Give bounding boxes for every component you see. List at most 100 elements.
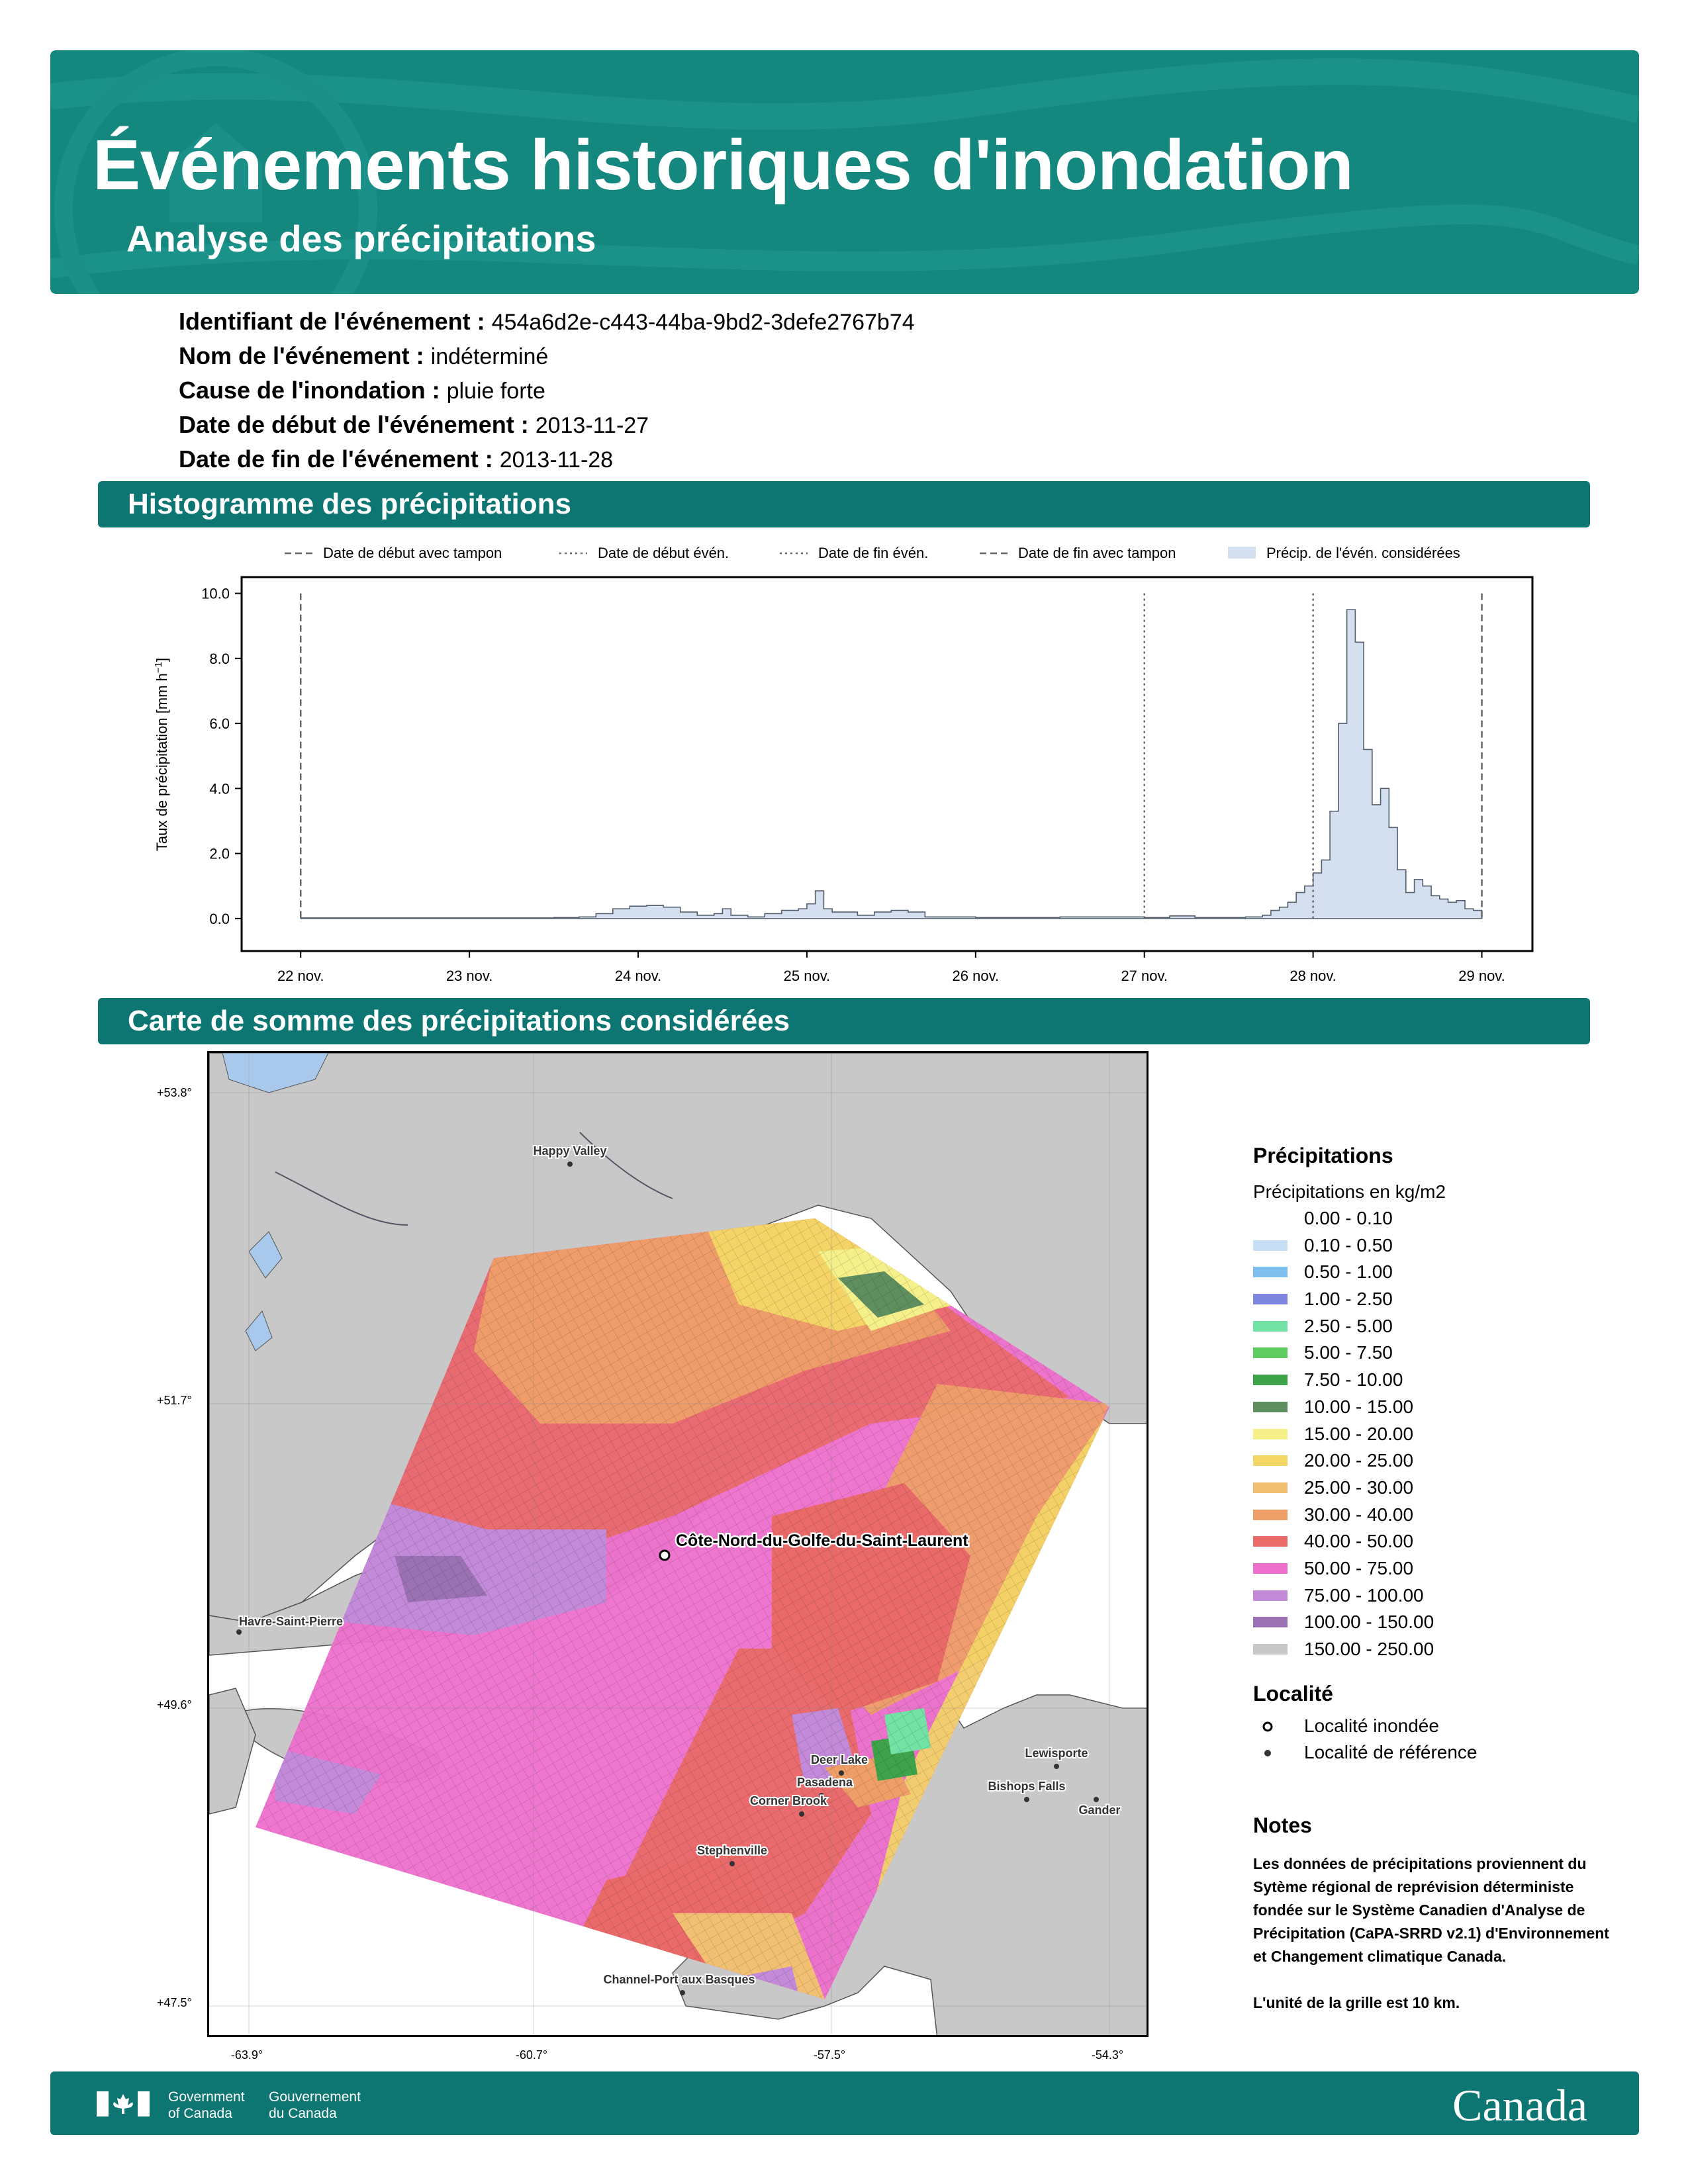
locality-reference: Localité de référence [1253,1739,1624,1766]
reference-town-dot [1024,1797,1029,1802]
legend-label: Date de fin avec tampon [1018,545,1176,561]
legend-swatch [1253,1644,1288,1655]
section-title-map: Carte de somme des précipitations consid… [128,1005,790,1037]
legend-swatch [1253,1428,1288,1439]
notes-grid-text: L'unité de la grille est 10 km. [1253,1993,1460,2011]
legend-label: 7.50 - 10.00 [1304,1369,1403,1390]
y-tick-label: 6.0 [209,715,230,732]
legend-item: 50.00 - 75.00 [1253,1555,1624,1582]
longitude-label: -63.9° [230,2048,263,2062]
notes-source-text: Les données de précipitations proviennen… [1253,1854,1609,1965]
town-label: Channel-Port aux Basques [603,1973,755,1986]
legend-item: 100.00 - 150.00 [1253,1609,1624,1636]
event-end-row: Date de fin de l'événement :2013-11-28 [179,442,915,477]
legend-label: 150.00 - 250.00 [1304,1639,1434,1659]
event-start-value: 2013-11-27 [535,413,649,438]
legend-swatch [1253,1240,1288,1251]
legend-item: 75.00 - 100.00 [1253,1582,1624,1610]
precipitation-map: Happy Valley Havre-Saint-Pierre Deer Lake P… [157,1049,1152,2062]
legend-item: 15.00 - 20.00 [1253,1421,1624,1448]
legend-label: 1.00 - 2.50 [1304,1289,1393,1310]
legend-title: Précipitations [1253,1144,1393,1167]
legend-label: 20.00 - 25.00 [1304,1450,1414,1471]
town-label: Corner Brook [750,1794,827,1807]
legend-label: 40.00 - 50.00 [1304,1531,1414,1552]
legend-label: 75.00 - 100.00 [1304,1584,1424,1606]
town-label: Deer Lake [811,1753,868,1766]
section-header-histogram: Histogramme des précipitations [98,481,1590,527]
y-tick-label: 8.0 [209,651,230,667]
legend-label: 100.00 - 150.00 [1304,1612,1434,1633]
legend-swatch [1253,1267,1288,1278]
event-name-value: indéterminé [430,344,549,369]
histogram-plot-area: 0.0 2.0 4.0 6.0 8.0 10.0 22 nov. 23 nov. 24 nov.… [201,576,1534,984]
locality-flooded-label: Localité inondée [1304,1715,1439,1736]
latitude-label: +51.7° [157,1394,192,1407]
legend-item: 30.00 - 40.00 [1253,1502,1624,1529]
reference-town-dot [799,1811,804,1817]
x-tick-label: 22 nov. [277,968,324,984]
longitude-label: -60.7° [515,2048,548,2062]
legend-label: 50.00 - 75.00 [1304,1557,1414,1578]
y-tick-label: 2.0 [209,846,230,862]
flooded-town-label: Côte-Nord-du-Golfe-du-Saint-Laurent [676,1531,968,1550]
event-name-label: Nom de l'événement : [179,342,424,369]
page-subtitle: Analyse des précipitations [126,218,596,259]
legend-swatch [1228,547,1256,559]
legend-label: Date de début évén. [598,545,729,561]
flooded-town-marker [659,1549,671,1561]
latitude-label: +53.8° [157,1086,192,1099]
legend-label: 25.00 - 30.00 [1304,1477,1414,1498]
legend-label: Précip. de l'évén. considérées [1266,545,1460,561]
legend-item: 5.00 - 7.50 [1253,1340,1624,1367]
reference-town-dot [236,1629,242,1635]
legend-item: 1.00 - 2.50 [1253,1286,1624,1313]
page-title: Événements historiques d'inondation [93,124,1354,205]
x-tick-label: 27 nov. [1121,968,1168,984]
event-end-value: 2013-11-28 [499,447,614,473]
legend-subtitle: Précipitations en kg/m2 [1253,1181,1446,1202]
legend-label: 10.00 - 15.00 [1304,1396,1414,1417]
legend-label: 0.00 - 0.10 [1304,1208,1393,1228]
government-of-canada-fr: Gouvernement du Canada [269,2089,361,2122]
section-title-histogram: Histogramme des précipitations [128,488,571,520]
legend-item: 0.10 - 0.50 [1253,1232,1624,1259]
town-label: Stephenville [697,1844,767,1857]
event-id-value: 454a6d2e-c443-44ba-9bd2-3defe2767b74 [491,310,915,335]
longitude-label: -57.5° [813,2048,846,2062]
reference-town-dot [567,1161,573,1167]
event-metadata: Identifiant de l'événement :454a6d2e-c44… [179,304,915,477]
y-tick-label: 4.0 [209,780,230,797]
reference-town-dot [1054,1764,1059,1769]
legend-swatch [1253,1213,1288,1224]
precipitation-histogram: Date de début avec tampon Date de début é… [153,545,1534,984]
legend-item: 0.50 - 1.00 [1253,1259,1624,1286]
histogram-legend: Date de début avec tampon Date de début é… [285,545,1460,561]
reference-town-dot [839,1770,844,1776]
x-tick-label: 28 nov. [1289,968,1336,984]
latitude-label: +47.5° [157,1996,192,2009]
x-tick-label: 26 nov. [953,968,1000,984]
legend-item: 150.00 - 250.00 [1253,1636,1624,1663]
x-tick-label: 25 nov. [784,968,831,984]
map-canvas: Happy Valley Havre-Saint-Pierre Deer Lake P… [209,1053,1147,2035]
legend-item: 7.50 - 10.00 [1253,1367,1624,1394]
reference-town-dot [680,1990,685,1995]
event-name-row: Nom de l'événement : indéterminé [179,339,915,373]
event-id-row: Identifiant de l'événement :454a6d2e-c44… [179,304,915,339]
locality-reference-label: Localité de référence [1304,1741,1477,1762]
y-tick-label: 10.0 [201,586,230,602]
legend-label: Date de début avec tampon [323,545,502,561]
legend-swatch [1253,1347,1288,1359]
gov-fr-line2: du Canada [269,2106,337,2121]
gov-en-line2: of Canada [168,2106,232,2121]
event-cause-value: pluie forte [446,379,545,404]
y-tick-label: 0.0 [209,911,230,927]
x-tick-label: 23 nov. [446,968,493,984]
event-start-row: Date de début de l'événement :2013-11-27 [179,408,915,442]
event-cause-row: Cause de l'inondation : pluie forte [179,373,915,408]
map-frame: Happy Valley Havre-Saint-Pierre Deer Lake P… [207,1051,1149,2037]
town-label: Bishops Falls [988,1780,1065,1793]
reference-town-marker-icon [1264,1749,1271,1756]
section-header-map: Carte de somme des précipitations consid… [98,998,1590,1044]
